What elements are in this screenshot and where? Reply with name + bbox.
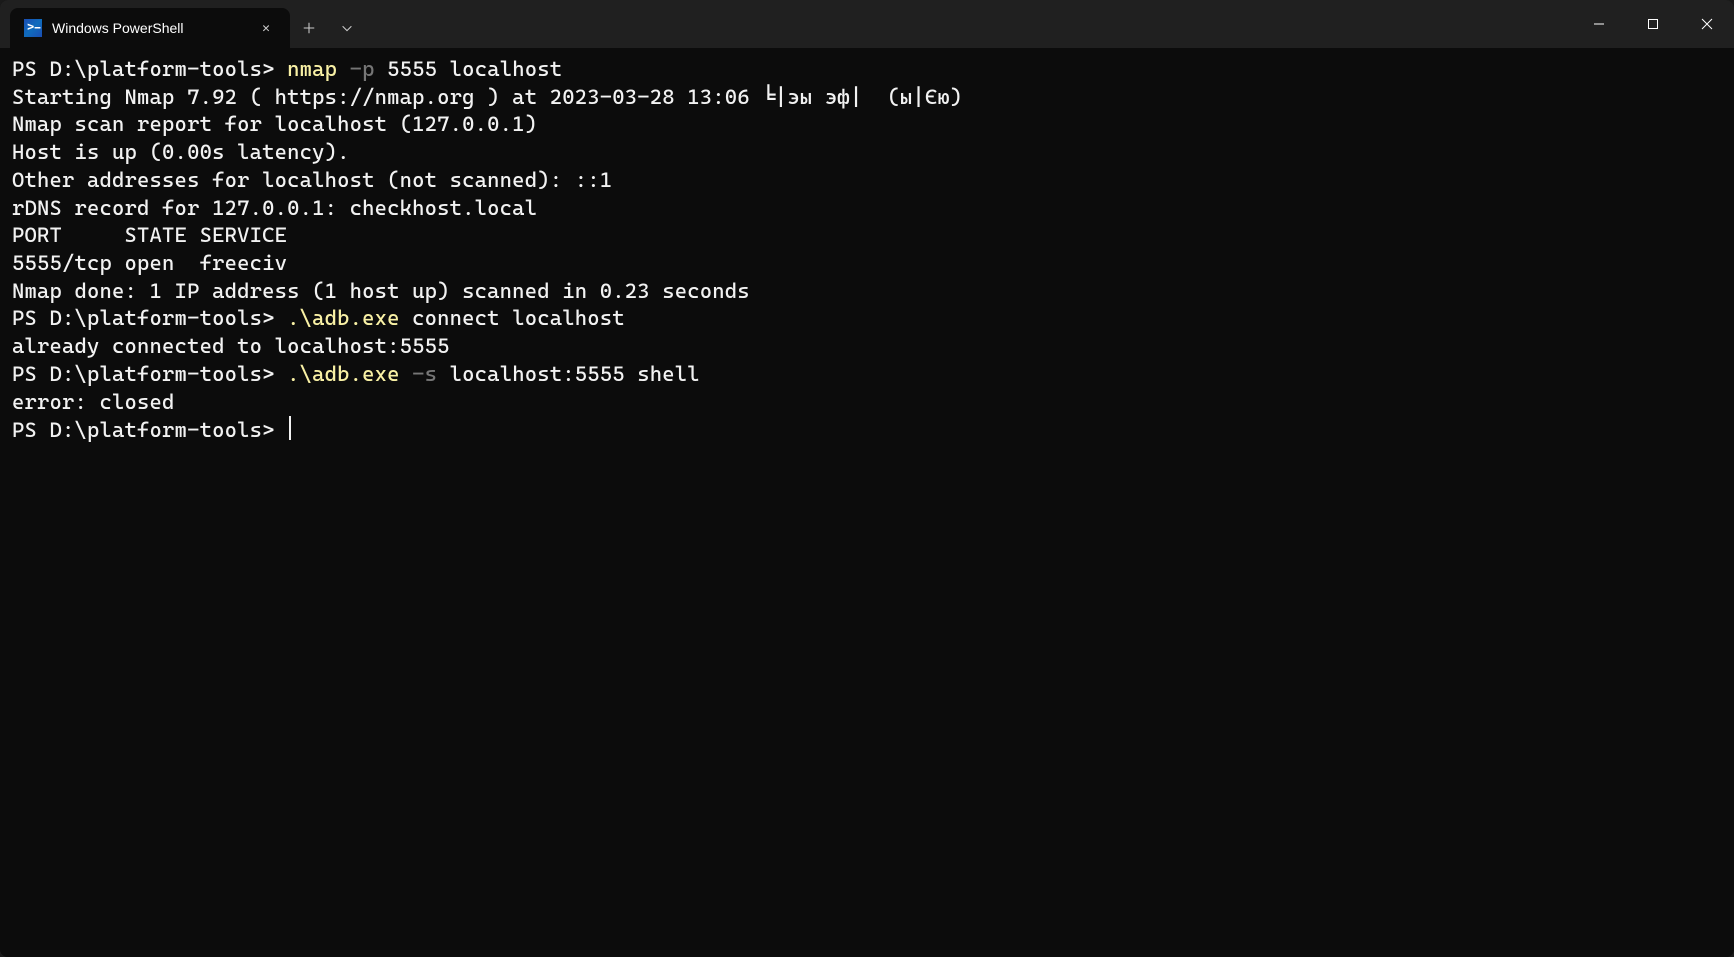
close-tab-button[interactable]: ✕ bbox=[256, 18, 276, 38]
terminal-line: 5555/tcp open freeciv bbox=[12, 250, 1722, 278]
terminal-text: .\adb.exe bbox=[287, 306, 412, 330]
terminal-line: rDNS record for 127.0.0.1: checkhost.loc… bbox=[12, 195, 1722, 223]
terminal-text: nmap bbox=[287, 57, 350, 81]
terminal-text: -p bbox=[350, 57, 388, 81]
terminal-text: PS D:\platform-tools> bbox=[12, 418, 287, 442]
terminal-text: -s bbox=[412, 362, 450, 386]
terminal-line: Other addresses for localhost (not scann… bbox=[12, 167, 1722, 195]
window-controls bbox=[1572, 0, 1734, 48]
terminal-line: Nmap scan report for localhost (127.0.0.… bbox=[12, 111, 1722, 139]
titlebar[interactable]: Windows PowerShell ✕ bbox=[0, 0, 1734, 48]
terminal-line: PS D:\platform-tools> .\adb.exe connect … bbox=[12, 305, 1722, 333]
terminal-text: PS D:\platform-tools> bbox=[12, 57, 287, 81]
new-tab-button[interactable] bbox=[290, 8, 328, 48]
terminal-text: Other addresses for localhost (not scann… bbox=[12, 168, 612, 192]
terminal-text: already connected to localhost:5555 bbox=[12, 334, 450, 358]
minimize-icon bbox=[1593, 18, 1605, 30]
terminal-text: Nmap done: 1 IP address (1 host up) scan… bbox=[12, 279, 750, 303]
terminal-text: Nmap scan report for localhost (127.0.0.… bbox=[12, 112, 537, 136]
terminal-text: 5555 localhost bbox=[387, 57, 562, 81]
terminal-window: Windows PowerShell ✕ PS D:\platform-tool… bbox=[0, 0, 1734, 957]
tab-dropdown-button[interactable] bbox=[328, 8, 366, 48]
terminal-line: PORT STATE SERVICE bbox=[12, 222, 1722, 250]
terminal-line: Nmap done: 1 IP address (1 host up) scan… bbox=[12, 278, 1722, 306]
terminal-text: 5555/tcp open freeciv bbox=[12, 251, 287, 275]
terminal-text: PS D:\platform-tools> bbox=[12, 362, 287, 386]
terminal-text: PORT STATE SERVICE bbox=[12, 223, 287, 247]
terminal-line: PS D:\platform-tools> bbox=[12, 416, 1722, 445]
terminal-text: localhost:5555 shell bbox=[450, 362, 700, 386]
close-icon: ✕ bbox=[262, 21, 270, 36]
terminal-text: .\adb.exe bbox=[287, 362, 412, 386]
maximize-button[interactable] bbox=[1626, 0, 1680, 48]
titlebar-drag-area[interactable] bbox=[366, 0, 1572, 48]
terminal-text: connect localhost bbox=[412, 306, 625, 330]
terminal-text: PS D:\platform-tools> bbox=[12, 306, 287, 330]
terminal-text: error: closed bbox=[12, 390, 175, 414]
close-window-button[interactable] bbox=[1680, 0, 1734, 48]
tab-powershell[interactable]: Windows PowerShell ✕ bbox=[10, 8, 290, 48]
terminal-text: Starting Nmap 7.92 ( https://nmap.org ) … bbox=[12, 85, 962, 109]
minimize-button[interactable] bbox=[1572, 0, 1626, 48]
terminal-text: rDNS record for 127.0.0.1: checkhost.loc… bbox=[12, 196, 537, 220]
terminal-text: Host is up (0.00s latency). bbox=[12, 140, 350, 164]
terminal-line: Host is up (0.00s latency). bbox=[12, 139, 1722, 167]
plus-icon bbox=[302, 21, 316, 35]
chevron-down-icon bbox=[340, 21, 354, 35]
terminal-line: PS D:\platform-tools> nmap -p 5555 local… bbox=[12, 56, 1722, 84]
terminal-line: already connected to localhost:5555 bbox=[12, 333, 1722, 361]
close-icon bbox=[1701, 18, 1713, 30]
terminal-line: error: closed bbox=[12, 389, 1722, 417]
powershell-icon bbox=[24, 19, 42, 37]
tab-title: Windows PowerShell bbox=[52, 20, 246, 36]
terminal-output[interactable]: PS D:\platform-tools> nmap -p 5555 local… bbox=[0, 48, 1734, 957]
maximize-icon bbox=[1647, 18, 1659, 30]
cursor bbox=[289, 416, 291, 440]
terminal-line: PS D:\platform-tools> .\adb.exe -s local… bbox=[12, 361, 1722, 389]
terminal-line: Starting Nmap 7.92 ( https://nmap.org ) … bbox=[12, 84, 1722, 112]
